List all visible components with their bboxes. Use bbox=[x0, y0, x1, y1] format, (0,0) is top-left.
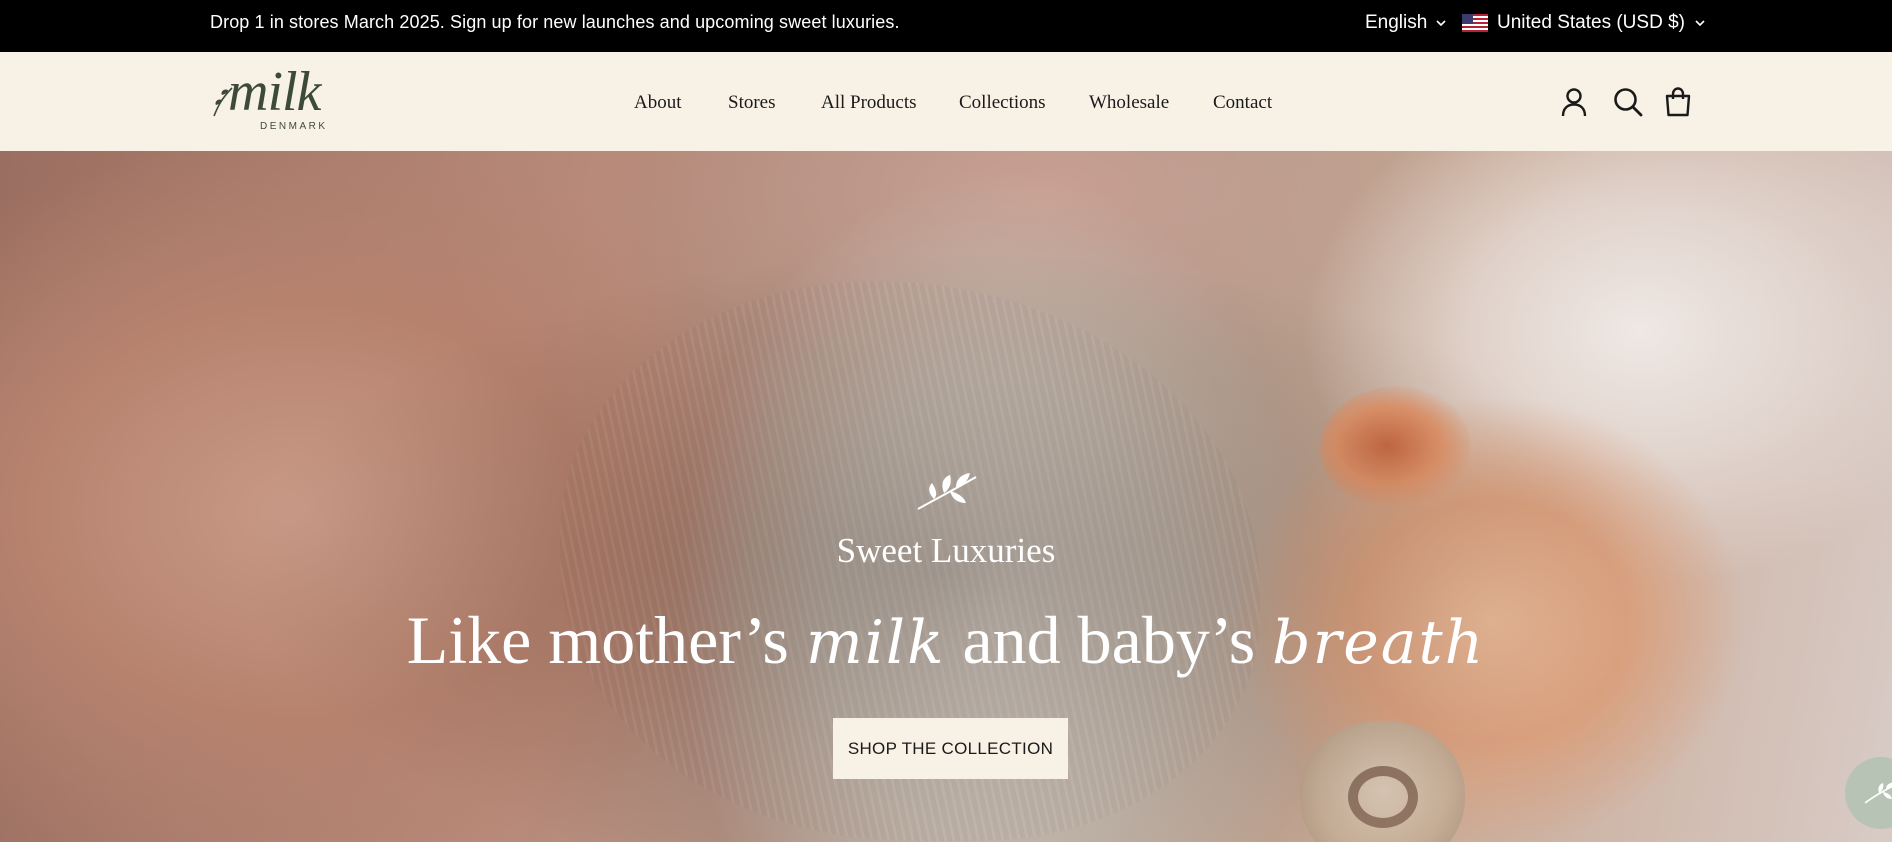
leaf-sprig-icon bbox=[917, 473, 977, 510]
account-button[interactable] bbox=[1558, 86, 1590, 118]
logo[interactable]: milk DENMARK bbox=[210, 61, 362, 136]
account-icon bbox=[1561, 88, 1587, 117]
shopping-bag-icon bbox=[1665, 87, 1691, 117]
nav-wholesale[interactable]: Wholesale bbox=[1089, 92, 1169, 114]
chevron-down-icon bbox=[1436, 20, 1446, 27]
chevron-down-icon bbox=[1695, 20, 1705, 27]
country-selector[interactable]: United States (USD $) bbox=[1462, 12, 1706, 34]
nav-stores[interactable]: Stores bbox=[728, 92, 776, 114]
headline-script-1: milk bbox=[805, 608, 946, 678]
headline-script-2: breath bbox=[1272, 608, 1486, 678]
hero-headline: Like mother’s milk and baby’s breath bbox=[0, 601, 1892, 680]
shop-collection-button[interactable]: SHOP THE COLLECTION bbox=[833, 718, 1068, 779]
hero-kicker: Sweet Luxuries bbox=[836, 531, 1056, 570]
cart-button[interactable] bbox=[1663, 86, 1695, 118]
nav-all-products[interactable]: All Products bbox=[821, 92, 917, 114]
site-header: milk DENMARK About Stores All Products C… bbox=[0, 52, 1892, 151]
logo-wordmark: milk bbox=[228, 61, 321, 123]
country-label: United States (USD $) bbox=[1497, 12, 1685, 33]
chat-widget[interactable]: 1 bbox=[1845, 757, 1892, 829]
nav-about[interactable]: About bbox=[634, 92, 682, 114]
search-button[interactable] bbox=[1612, 86, 1644, 118]
hero-content: Sweet Luxuries Like mother’s milk and ba… bbox=[0, 151, 1892, 842]
announcement-bar: Drop 1 in stores March 2025. Sign up for… bbox=[0, 0, 1892, 52]
headline-text-2: and baby’s bbox=[945, 602, 1273, 678]
language-selector[interactable]: English bbox=[1365, 12, 1447, 34]
leaf-sprig-icon bbox=[1864, 782, 1892, 804]
hero-banner: Sweet Luxuries Like mother’s milk and ba… bbox=[0, 151, 1892, 842]
nav-contact[interactable]: Contact bbox=[1213, 92, 1272, 114]
language-label: English bbox=[1365, 12, 1428, 33]
logo-subtitle: DENMARK bbox=[260, 121, 328, 132]
headline-text-1: Like mother’s bbox=[406, 602, 806, 678]
nav-collections[interactable]: Collections bbox=[959, 92, 1046, 114]
chat-button[interactable] bbox=[1845, 757, 1892, 829]
us-flag-icon bbox=[1462, 14, 1488, 32]
announcement-message[interactable]: Drop 1 in stores March 2025. Sign up for… bbox=[210, 12, 900, 33]
search-icon bbox=[1614, 88, 1643, 117]
